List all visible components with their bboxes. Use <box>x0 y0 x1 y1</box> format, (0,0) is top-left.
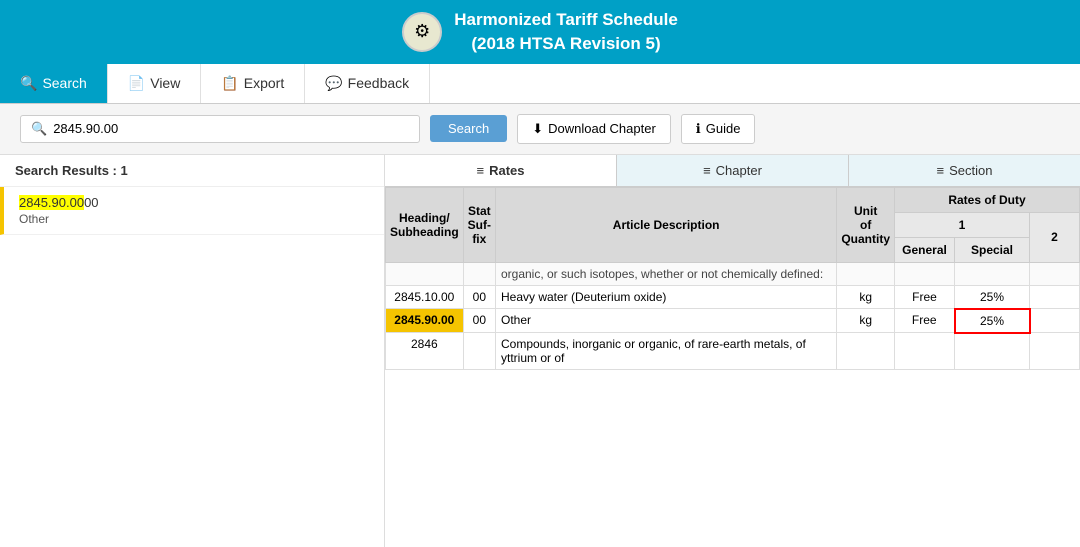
chapter-tab-icon: ≡ <box>703 163 711 178</box>
app-logo: ⚙ <box>402 12 442 52</box>
col-2: 2 <box>1030 212 1080 262</box>
cell-special: 25% <box>955 285 1030 309</box>
table-row: 2846 Compounds, inorganic or organic, of… <box>386 333 1080 370</box>
app-title: Harmonized Tariff Schedule (2018 HTSA Re… <box>454 8 678 56</box>
col-unit-qty: UnitofQuantity <box>837 187 895 262</box>
table-row: 2845.10.00 00 Heavy water (Deuterium oxi… <box>386 285 1080 309</box>
search-bar: 🔍 Search ⬇ Download Chapter ℹ Guide <box>0 104 1080 155</box>
nav-view[interactable]: 📄 View <box>108 64 202 103</box>
table-row: 2845.90.00 00 Other kg Free 25% <box>386 309 1080 333</box>
cell-general: Free <box>895 309 955 333</box>
cell-suffix <box>463 262 495 285</box>
cell-general <box>895 333 955 370</box>
cell-2 <box>1030 309 1080 333</box>
title-line1: Harmonized Tariff Schedule <box>454 8 678 32</box>
cell-general <box>895 262 955 285</box>
nav-feedback-label: Feedback <box>348 75 409 91</box>
col-article-desc: Article Description <box>495 187 836 262</box>
cell-suffix: 00 <box>463 309 495 333</box>
section-tab-icon: ≡ <box>937 163 945 178</box>
cell-2 <box>1030 285 1080 309</box>
download-icon: ⬇ <box>532 121 543 137</box>
chapter-tab-label: Chapter <box>716 163 762 178</box>
search-input-wrap: 🔍 <box>20 115 420 143</box>
export-nav-icon: 📋 <box>221 75 238 92</box>
table-row: organic, or such isotopes, whether or no… <box>386 262 1080 285</box>
right-panel: ≡ Rates ≡ Chapter ≡ Section Heading/ Sub… <box>385 155 1080 547</box>
nav-export-label: Export <box>244 75 284 91</box>
rates-table: Heading/ Subheading StatSuf-fix Article … <box>385 187 1080 371</box>
section-tab-label: Section <box>949 163 992 178</box>
cell-unit <box>837 333 895 370</box>
result-code: 2845.90.0000 <box>19 195 369 210</box>
cell-general: Free <box>895 285 955 309</box>
cell-suffix <box>463 333 495 370</box>
view-nav-icon: 📄 <box>128 75 145 92</box>
left-panel: Search Results : 1 2845.90.0000 Other <box>0 155 385 547</box>
cell-2 <box>1030 333 1080 370</box>
tabs: ≡ Rates ≡ Chapter ≡ Section <box>385 155 1080 187</box>
guide-label: Guide <box>706 121 741 136</box>
col-stat-suffix: StatSuf-fix <box>463 187 495 262</box>
search-button[interactable]: Search <box>430 115 507 142</box>
col-special: Special <box>955 237 1030 262</box>
cell-suffix: 00 <box>463 285 495 309</box>
guide-button[interactable]: ℹ Guide <box>681 114 756 144</box>
cell-desc: Compounds, inorganic or organic, of rare… <box>495 333 836 370</box>
nav-search-label: Search <box>42 75 86 91</box>
rates-tab-icon: ≡ <box>476 163 484 178</box>
cell-heading <box>386 262 464 285</box>
cell-heading: 2845.10.00 <box>386 285 464 309</box>
feedback-nav-icon: 💬 <box>325 75 342 92</box>
download-chapter-button[interactable]: ⬇ Download Chapter <box>517 114 671 144</box>
download-label: Download Chapter <box>548 121 656 136</box>
search-nav-icon: 🔍 <box>20 75 37 92</box>
cell-desc: Heavy water (Deuterium oxide) <box>495 285 836 309</box>
cell-unit: kg <box>837 309 895 333</box>
nav-view-label: View <box>150 75 180 91</box>
navbar: 🔍 Search 📄 View 📋 Export 💬 Feedback <box>0 64 1080 104</box>
nav-export[interactable]: 📋 Export <box>201 64 305 103</box>
cell-2 <box>1030 262 1080 285</box>
cell-unit <box>837 262 895 285</box>
search-input[interactable] <box>53 121 409 136</box>
col-1: 1 <box>895 212 1030 237</box>
col-general: General <box>895 237 955 262</box>
nav-feedback[interactable]: 💬 Feedback <box>305 64 430 103</box>
cell-heading: 2846 <box>386 333 464 370</box>
table-wrap: Heading/ Subheading StatSuf-fix Article … <box>385 187 1080 547</box>
result-item[interactable]: 2845.90.0000 Other <box>0 187 384 235</box>
cell-special <box>955 262 1030 285</box>
cell-desc: Other <box>495 309 836 333</box>
tab-rates[interactable]: ≡ Rates <box>385 155 617 186</box>
guide-icon: ℹ <box>696 121 701 137</box>
tab-section[interactable]: ≡ Section <box>849 155 1080 186</box>
rates-tab-label: Rates <box>489 163 524 178</box>
main-content: Search Results : 1 2845.90.0000 Other ≡ … <box>0 155 1080 547</box>
cell-special-highlighted: 25% <box>955 309 1030 333</box>
result-desc: Other <box>19 212 369 226</box>
app-header: ⚙ Harmonized Tariff Schedule (2018 HTSA … <box>0 0 1080 64</box>
title-line2: (2018 HTSA Revision 5) <box>454 32 678 56</box>
col-heading: Heading/ Subheading <box>386 187 464 262</box>
search-input-icon: 🔍 <box>31 121 47 137</box>
col-rates-of-duty: Rates of Duty <box>895 187 1080 212</box>
cell-heading-highlighted: 2845.90.00 <box>386 309 464 333</box>
result-code-highlight: 2845.90.00 <box>19 195 84 210</box>
nav-search[interactable]: 🔍 Search <box>0 64 108 103</box>
results-count: Search Results : 1 <box>0 155 384 187</box>
cell-special <box>955 333 1030 370</box>
cell-desc: organic, or such isotopes, whether or no… <box>495 262 836 285</box>
cell-unit: kg <box>837 285 895 309</box>
tab-chapter[interactable]: ≡ Chapter <box>617 155 849 186</box>
